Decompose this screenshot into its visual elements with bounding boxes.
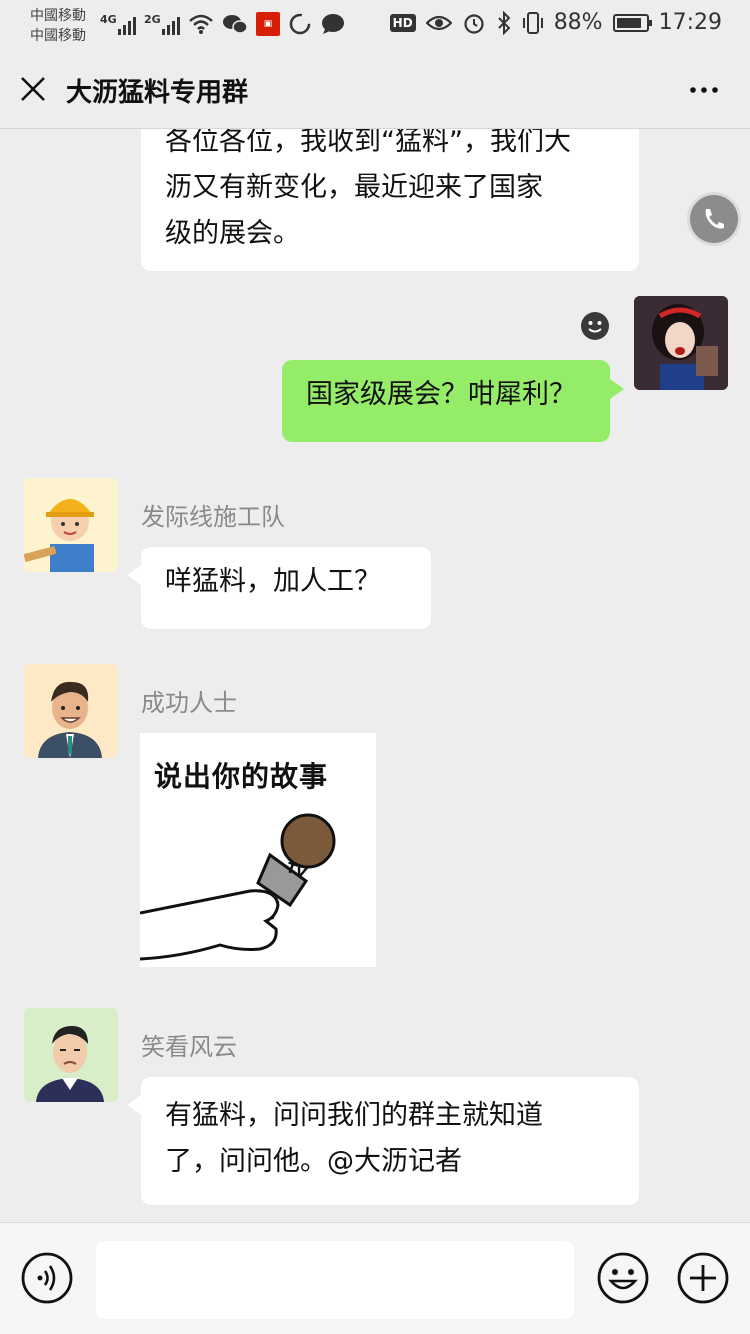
sender-name: 发际线施工队 — [141, 503, 285, 531]
status-right-icons: HD 88% 17:29 — [389, 10, 722, 35]
message-bubble[interactable]: 咩猛料，加人工？ — [141, 547, 431, 629]
input-bar — [0, 1222, 750, 1334]
message-text: 咩猛料，加人工？ — [165, 566, 381, 597]
status-bar: 中國移動 中國移動 4G 2G ▣ HD 88% 17:29 — [0, 0, 750, 52]
netease-news-icon: ▣ — [256, 12, 280, 36]
phone-call-icon[interactable] — [690, 195, 738, 243]
vibrate-icon — [522, 11, 543, 34]
status-left-icons: 4G 2G ▣ — [100, 12, 346, 36]
avatar[interactable] — [24, 664, 118, 758]
bluetooth-icon — [497, 10, 511, 35]
sticker-image[interactable]: 说出你的故事 TV — [140, 733, 376, 967]
emoji-icon[interactable] — [596, 1251, 650, 1305]
plus-icon[interactable] — [676, 1251, 730, 1305]
bubble-tail — [127, 1095, 141, 1115]
eye-icon — [425, 15, 452, 30]
close-icon[interactable] — [18, 74, 48, 104]
network-type-1: 4G — [100, 13, 117, 26]
more-icon[interactable] — [688, 80, 720, 100]
message-icon — [322, 14, 344, 34]
battery-percent: 88% — [553, 10, 603, 35]
clock: 17:29 — [658, 10, 722, 35]
avatar-self[interactable] — [634, 296, 728, 390]
message-bubble-sent[interactable]: 国家级展会？咁犀利？ — [282, 360, 610, 442]
carrier-labels: 中國移動 中國移動 — [30, 6, 86, 46]
battery-icon — [612, 13, 652, 32]
signal-icon: 4G — [100, 13, 136, 35]
avatar-self-image — [634, 296, 728, 390]
hd-badge: HD — [389, 13, 416, 32]
signal-icon-2: 2G — [144, 13, 180, 35]
message-text: 国家级展会？咁犀利？ — [306, 379, 576, 410]
message-bubble[interactable]: 有猛料，问问我们的群主就知道 了，问问他。@大沥记者 — [141, 1077, 639, 1205]
message-bubble[interactable]: 各位各位，我收到“猛料”，我们大 沥又有新变化，最近迎来了国家 级的展会。 — [141, 129, 639, 271]
microphone-icon — [140, 813, 336, 961]
message-text: 级的展会。 — [165, 218, 300, 249]
message-text: 了，问问他。@大沥记者 — [165, 1146, 462, 1177]
page-title: 大沥猛料专用群 — [66, 78, 249, 108]
wechat-icon — [223, 15, 248, 34]
bubble-tail — [610, 379, 624, 399]
message-text: 各位各位，我收到“猛料”，我们大 — [165, 129, 571, 157]
chat-messages[interactable]: 各位各位，我收到“猛料”，我们大 沥又有新变化，最近迎来了国家 级的展会。 国家… — [0, 129, 750, 1222]
chat-header: 大沥猛料专用群 — [0, 52, 750, 129]
alarm-icon — [464, 13, 484, 34]
avatar[interactable] — [24, 1008, 118, 1102]
sender-name: 成功人士 — [141, 689, 237, 717]
bubble-tail — [127, 565, 141, 585]
message-input[interactable] — [96, 1241, 574, 1319]
avatar[interactable] — [24, 478, 118, 572]
voice-icon[interactable] — [20, 1251, 74, 1305]
smiley-icon — [581, 312, 609, 340]
avatar-image — [24, 1008, 118, 1102]
message-text: 沥又有新变化，最近迎来了国家 — [165, 172, 543, 203]
loading-icon — [289, 13, 311, 35]
avatar-image — [24, 478, 118, 572]
carrier-1: 中國移動 — [30, 8, 86, 24]
message-text: 有猛料，问问我们的群主就知道 — [165, 1100, 543, 1131]
sender-name: 笑看风云 — [141, 1033, 237, 1061]
network-type-2: 2G — [144, 13, 161, 26]
carrier-2: 中國移動 — [30, 28, 86, 44]
wifi-icon — [189, 14, 213, 34]
avatar-image — [24, 664, 118, 758]
